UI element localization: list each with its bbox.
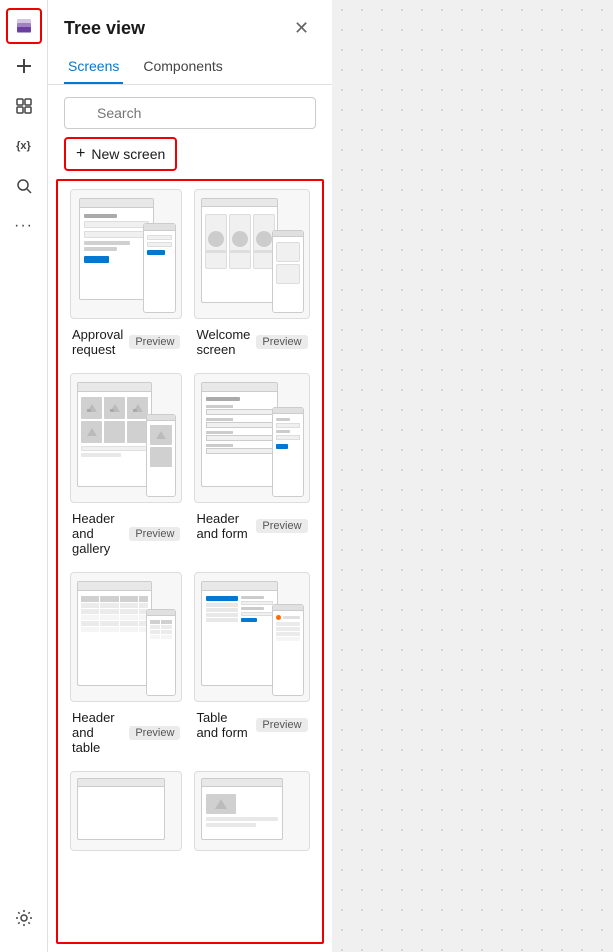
template-preview-blank1 bbox=[70, 771, 182, 851]
template-preview-gallery bbox=[70, 373, 182, 503]
search-icon[interactable] bbox=[6, 168, 42, 204]
new-screen-icon: + bbox=[76, 145, 85, 163]
template-card-tableform[interactable]: Table and form Preview bbox=[194, 572, 309, 755]
search-container bbox=[48, 85, 332, 137]
template-preview-table bbox=[70, 572, 182, 702]
template-name-gallery: Header and gallery bbox=[72, 511, 123, 556]
template-label-table: Header and table Preview bbox=[70, 710, 182, 755]
template-label-approval: Approval request Preview bbox=[70, 327, 182, 357]
preview-badge-gallery[interactable]: Preview bbox=[129, 527, 180, 541]
add-icon[interactable] bbox=[6, 48, 42, 84]
more-icon[interactable]: ··· bbox=[6, 208, 42, 244]
preview-badge-approval[interactable]: Preview bbox=[129, 335, 180, 349]
tree-view-panel: Tree view ✕ Screens Components + New scr… bbox=[48, 0, 332, 952]
template-preview-welcome bbox=[194, 189, 309, 319]
templates-grid: Approval request Preview bbox=[70, 189, 310, 851]
template-preview-blank2 bbox=[194, 771, 309, 851]
search-input[interactable] bbox=[64, 97, 316, 129]
template-label-gallery: Header and gallery Preview bbox=[70, 511, 182, 556]
tab-screens[interactable]: Screens bbox=[64, 50, 123, 84]
search-wrapper bbox=[64, 97, 316, 129]
tree-view-title: Tree view bbox=[64, 18, 145, 39]
variables-icon[interactable]: {x} bbox=[6, 128, 42, 164]
template-card-blank2[interactable] bbox=[194, 771, 309, 851]
sidebar: {x} ··· bbox=[0, 0, 48, 952]
tabs-bar: Screens Components bbox=[48, 50, 332, 85]
template-card-welcome[interactable]: Welcome screen Preview bbox=[194, 189, 309, 357]
template-label-form: Header and form Preview bbox=[194, 511, 309, 541]
template-preview-tableform bbox=[194, 572, 309, 702]
template-name-form: Header and form bbox=[196, 511, 250, 541]
preview-badge-table[interactable]: Preview bbox=[129, 726, 180, 740]
template-label-welcome: Welcome screen Preview bbox=[194, 327, 309, 357]
layers-icon[interactable] bbox=[6, 8, 42, 44]
preview-badge-form[interactable]: Preview bbox=[256, 519, 307, 533]
settings-icon[interactable] bbox=[6, 900, 42, 936]
preview-badge-welcome[interactable]: Preview bbox=[256, 335, 307, 349]
template-name-tableform: Table and form bbox=[196, 710, 250, 740]
template-card-approval[interactable]: Approval request Preview bbox=[70, 189, 182, 357]
template-card-form[interactable]: Header and form Preview bbox=[194, 373, 309, 556]
template-name-welcome: Welcome screen bbox=[196, 327, 250, 357]
template-card-gallery[interactable]: Header and gallery Preview bbox=[70, 373, 182, 556]
preview-badge-tableform[interactable]: Preview bbox=[256, 718, 307, 732]
template-label-tableform: Table and form Preview bbox=[194, 710, 309, 740]
template-card-table[interactable]: Header and table Preview bbox=[70, 572, 182, 755]
grid-icon[interactable] bbox=[6, 88, 42, 124]
template-name-approval: Approval request bbox=[72, 327, 123, 357]
template-preview-form bbox=[194, 373, 309, 503]
template-card-blank1[interactable] bbox=[70, 771, 182, 851]
template-name-table: Header and table bbox=[72, 710, 123, 755]
templates-container[interactable]: Approval request Preview bbox=[56, 179, 324, 944]
tab-components[interactable]: Components bbox=[139, 50, 226, 84]
tree-view-header: Tree view ✕ bbox=[48, 0, 332, 50]
canvas-background bbox=[332, 0, 613, 952]
template-preview-approval bbox=[70, 189, 182, 319]
close-button[interactable]: ✕ bbox=[288, 14, 316, 42]
new-screen-button[interactable]: + New screen bbox=[64, 137, 177, 171]
new-screen-label: New screen bbox=[91, 146, 165, 162]
